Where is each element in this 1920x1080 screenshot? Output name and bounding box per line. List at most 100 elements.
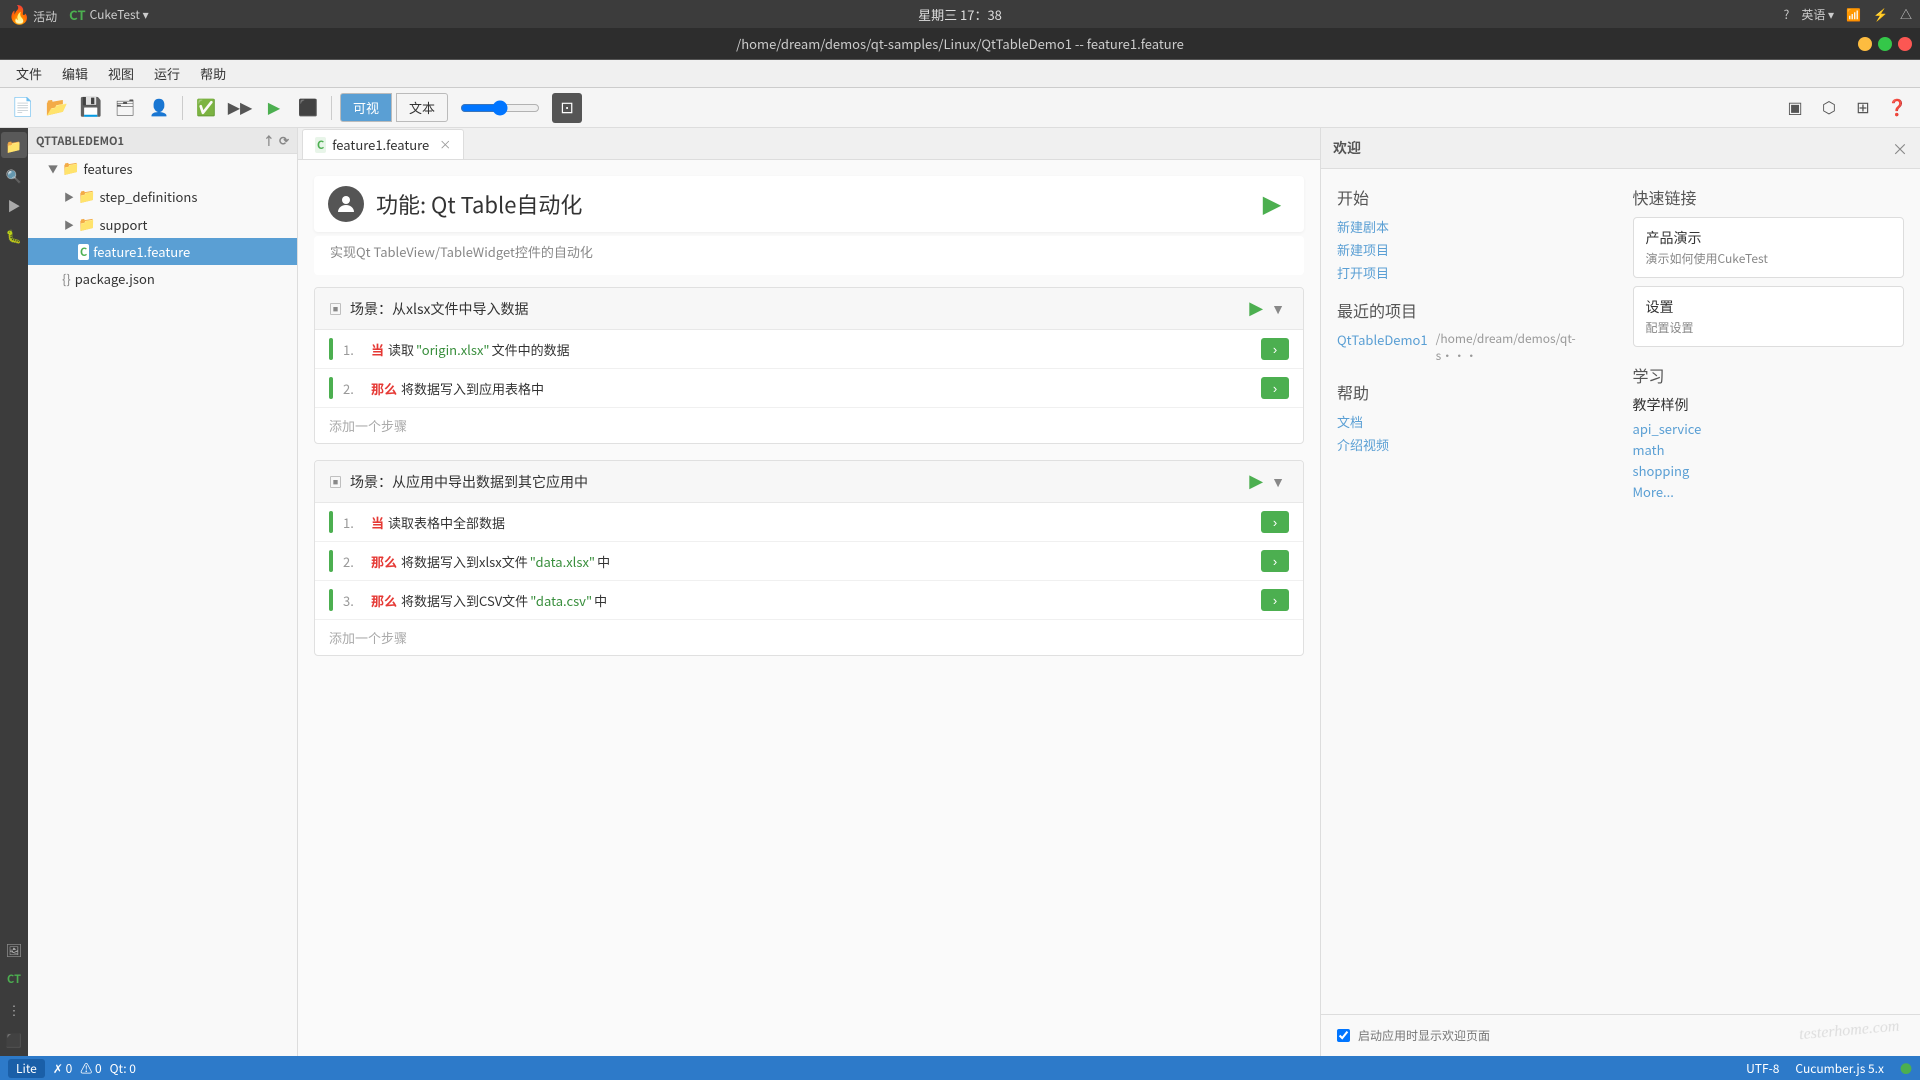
- run-all-btn[interactable]: ▶▶: [225, 93, 255, 123]
- welcome-close-btn[interactable]: ×: [1892, 136, 1908, 160]
- scenario-2-run-btn[interactable]: ▶: [1245, 471, 1267, 492]
- welcome-docs-link[interactable]: 文档: [1337, 412, 1609, 431]
- scenario-2-step-1: 1. 当 读取表格中全部数据 ›: [315, 503, 1303, 542]
- toolbar-btn-1[interactable]: ▣: [1780, 93, 1810, 123]
- close-btn[interactable]: [1898, 37, 1912, 51]
- menu-run[interactable]: 运行: [146, 62, 188, 85]
- new-file-btn[interactable]: 📄: [8, 93, 38, 123]
- welcome-header: 欢迎 ×: [1321, 128, 1920, 169]
- tree-item-features[interactable]: ▼ 📁 features: [28, 154, 297, 182]
- scenario-1-add-step[interactable]: 添加一个步骤: [315, 408, 1303, 443]
- welcome-quicklinks-card-1[interactable]: 产品演示 演示如何使用CukeTest: [1633, 217, 1905, 278]
- tree-refresh-btn[interactable]: ⟳: [279, 132, 289, 149]
- toolbar-btn-2[interactable]: ⬡: [1814, 93, 1844, 123]
- scenario-2-step-2-run-btn[interactable]: ›: [1261, 550, 1289, 572]
- welcome-recent-name-1[interactable]: QtTableDemo1: [1337, 330, 1428, 364]
- system-clock: 星期三 17：38: [918, 5, 1002, 24]
- tree-collapse-btn[interactable]: ↑: [263, 132, 275, 149]
- tree-item-support[interactable]: ▶ 📁 support: [28, 210, 297, 238]
- welcome-examples-title: 教学样例: [1633, 395, 1905, 415]
- activity-label: 🔥 活动: [8, 1, 57, 27]
- welcome-card-1-desc: 演示如何使用CukeTest: [1646, 250, 1892, 267]
- feature-run-btn[interactable]: ▶: [1254, 186, 1290, 222]
- open-folder-btn[interactable]: 📂: [42, 93, 72, 123]
- welcome-quicklinks-section: 快速链接 产品演示 演示如何使用CukeTest 设置 配置设置: [1633, 185, 1905, 347]
- welcome-show-checkbox[interactable]: [1337, 1029, 1350, 1042]
- check-btn[interactable]: ✅: [191, 93, 221, 123]
- scenario-1-collapse-btn[interactable]: ▼: [1267, 301, 1289, 317]
- save-btn[interactable]: 💾: [76, 93, 106, 123]
- activity-debug[interactable]: 🐛: [1, 222, 27, 248]
- run-green-btn[interactable]: ▶: [259, 93, 289, 123]
- welcome-quicklinks-title: 快速链接: [1633, 185, 1905, 209]
- tree-item-package-json[interactable]: {} package.json: [28, 265, 297, 292]
- app-name[interactable]: CukeTest ▾: [90, 6, 149, 23]
- welcome-new-script-link[interactable]: 新建剧本: [1337, 217, 1609, 236]
- menu-file[interactable]: 文件: [8, 62, 50, 85]
- welcome-card-2-desc: 配置设置: [1646, 319, 1892, 336]
- scenario-1-step-1-run-btn[interactable]: ›: [1261, 338, 1289, 360]
- scenario-2-step-3: 3. 那么 将数据写入到CSV文件 "data.csv" 中 ›: [315, 581, 1303, 620]
- menu-edit[interactable]: 编辑: [54, 62, 96, 85]
- tab-icon: C: [315, 137, 326, 153]
- tree-item-feature1[interactable]: C feature1.feature: [28, 238, 297, 265]
- welcome-example-shopping[interactable]: shopping: [1633, 461, 1905, 480]
- tree-item-step-definitions[interactable]: ▶ 📁 step_definitions: [28, 182, 297, 210]
- toolbar-btn-3[interactable]: ⊞: [1848, 93, 1878, 123]
- welcome-example-more[interactable]: More...: [1633, 482, 1905, 501]
- scenario-1-run-btn[interactable]: ▶: [1245, 298, 1267, 319]
- activity-search[interactable]: 🔍: [1, 162, 27, 188]
- save-all-btn[interactable]: 🗂: [110, 93, 140, 123]
- scenario-1-step-2-run-btn[interactable]: ›: [1261, 377, 1289, 399]
- menu-help[interactable]: 帮助: [192, 62, 234, 85]
- welcome-new-project-link[interactable]: 新建项目: [1337, 240, 1609, 259]
- text-toggle[interactable]: 文本: [396, 93, 448, 122]
- scenario-2-header[interactable]: ▣ 场景：从应用中导出数据到其它应用中 ▶ ▼: [315, 461, 1303, 503]
- welcome-example-api[interactable]: api_service: [1633, 419, 1905, 438]
- scenario-2-collapse-btn[interactable]: ▼: [1267, 474, 1289, 490]
- scenario-2-step-3-run-btn[interactable]: ›: [1261, 589, 1289, 611]
- welcome-open-project-link[interactable]: 打开项目: [1337, 263, 1609, 282]
- activity-run[interactable]: ▶: [1, 192, 27, 218]
- welcome-learn-section: 学习 教学样例 api_service math shopping More..…: [1633, 363, 1905, 501]
- maximize-btn[interactable]: [1878, 37, 1892, 51]
- welcome-example-math[interactable]: math: [1633, 440, 1905, 459]
- zoom-slider[interactable]: [460, 100, 540, 116]
- welcome-quicklinks-card-2[interactable]: 设置 配置设置: [1633, 286, 1905, 347]
- status-encoding[interactable]: UTF-8: [1746, 1060, 1779, 1077]
- activity-bottom-1[interactable]: 🖼: [1, 936, 27, 962]
- scenario-2-add-step[interactable]: 添加一个步骤: [315, 620, 1303, 655]
- language-selector[interactable]: 英语 ▾: [1801, 6, 1834, 23]
- profile-btn[interactable]: 👤: [144, 93, 174, 123]
- scenario-1-title: 场景：从xlsx文件中导入数据: [350, 299, 1245, 319]
- window-title: /home/dream/demos/qt-samples/Linux/QtTab…: [736, 34, 1184, 53]
- welcome-video-link[interactable]: 介绍视频: [1337, 435, 1609, 454]
- settings-icon[interactable]: △: [1900, 6, 1912, 23]
- welcome-start-section: 开始 新建剧本 新建项目 打开项目: [1337, 185, 1609, 282]
- welcome-recent-path-1: /home/dream/demos/qt-s···: [1436, 330, 1609, 364]
- scenario-1-header[interactable]: ▣ 场景：从xlsx文件中导入数据 ▶ ▼: [315, 288, 1303, 330]
- welcome-title: 欢迎: [1333, 138, 1361, 158]
- status-cucumber[interactable]: Cucumber.js 5.x: [1795, 1060, 1884, 1077]
- activity-bottom-2[interactable]: CT: [1, 966, 27, 992]
- scenario-2-step-1-run-btn[interactable]: ›: [1261, 511, 1289, 533]
- visual-toggle[interactable]: 可视: [340, 93, 392, 122]
- stop-btn[interactable]: ⬛: [293, 93, 323, 123]
- activity-files[interactable]: 📁: [1, 132, 27, 158]
- scenario-2: ▣ 场景：从应用中导出数据到其它应用中 ▶ ▼ 1. 当 读取表格中全部数据 ›: [314, 460, 1304, 656]
- editor-tab-feature1[interactable]: C feature1.feature ×: [302, 129, 464, 159]
- preview-btn[interactable]: ⊡: [552, 93, 582, 123]
- window-controls[interactable]: [1858, 37, 1912, 51]
- help-icon[interactable]: ?: [1784, 6, 1790, 23]
- toolbar-btn-4[interactable]: ❓: [1882, 93, 1912, 123]
- menu-view[interactable]: 视图: [100, 62, 142, 85]
- tab-close-btn[interactable]: ×: [439, 136, 451, 153]
- welcome-footer-text: 启动应用时显示欢迎页面: [1358, 1027, 1490, 1044]
- status-warnings: ⚠ 0: [80, 1060, 101, 1077]
- activity-bottom-3[interactable]: ⋮: [1, 996, 27, 1022]
- scenario-1-step-2: 2. 那么 将数据写入到应用表格中 ›: [315, 369, 1303, 408]
- activity-terminal[interactable]: ⬛: [1, 1026, 27, 1052]
- minimize-btn[interactable]: [1858, 37, 1872, 51]
- welcome-card-2-title: 设置: [1646, 297, 1892, 317]
- welcome-help-title: 帮助: [1337, 380, 1609, 404]
